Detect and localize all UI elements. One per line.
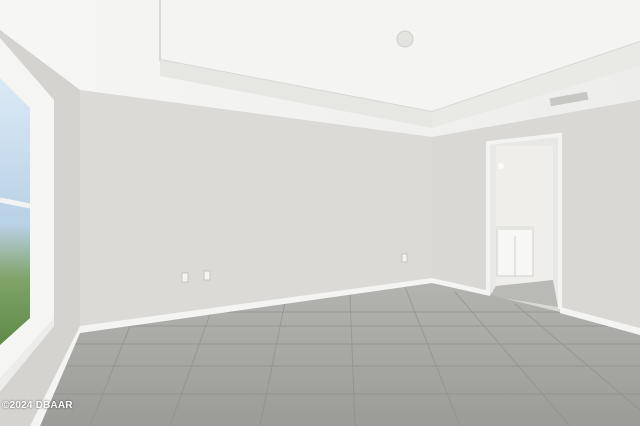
wall-outlet — [203, 270, 211, 281]
photo-watermark: ©2024 DBAAR — [2, 400, 73, 411]
vanity-light — [498, 163, 504, 169]
wall-outlet — [401, 253, 408, 263]
recessed-light — [396, 30, 414, 48]
wall-outlet — [181, 272, 189, 283]
room-illustration — [0, 0, 640, 426]
vanity-top — [496, 226, 534, 230]
window-glass — [0, 78, 30, 345]
room-photo: ©2024 DBAAR — [0, 0, 640, 426]
